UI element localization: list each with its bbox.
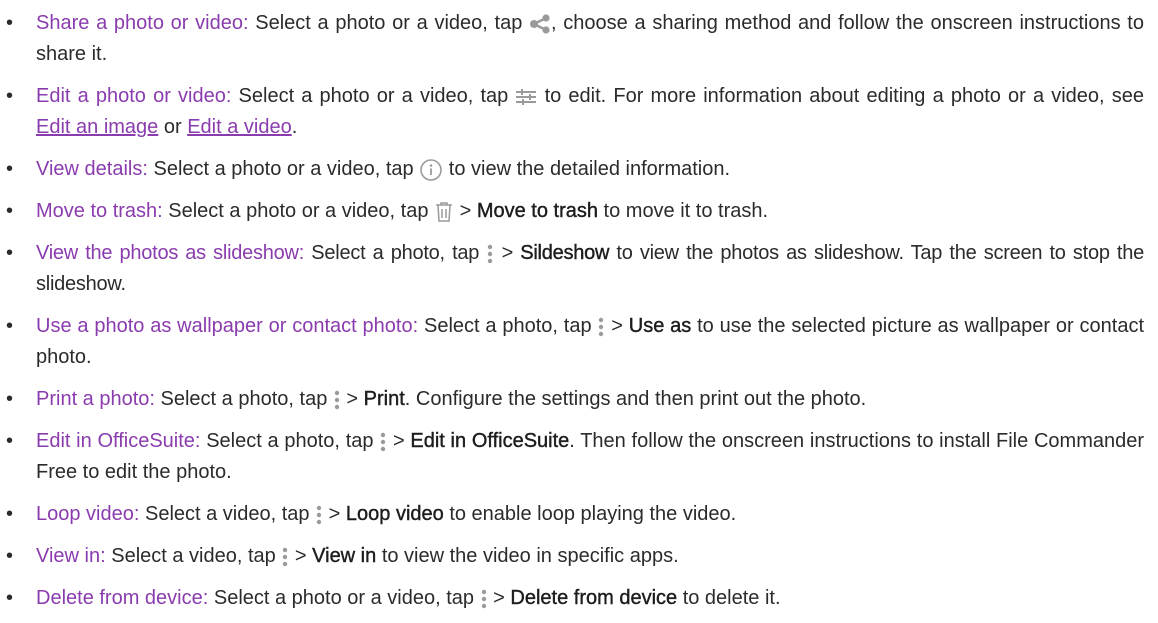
bullet: • xyxy=(6,315,14,337)
item-text: to delete it. xyxy=(677,587,781,609)
item-action: Move to trash xyxy=(476,200,599,222)
item-text: Select a video, tap xyxy=(105,545,282,567)
item-text: or xyxy=(158,116,188,138)
item-text: . xyxy=(291,116,298,138)
info-icon xyxy=(419,158,443,182)
item-text: to view the detailed information. xyxy=(443,158,731,180)
item-text: Select a photo, tap xyxy=(304,242,487,264)
item-text: Select a photo or a video, tap xyxy=(147,158,420,180)
item-term: View details: xyxy=(36,158,148,180)
item-action: Delete from device xyxy=(510,587,678,609)
more-icon xyxy=(333,389,341,411)
list-item-loop-video: • Loop video: Select a video, tap > Loop… xyxy=(0,499,1158,530)
bullet: • xyxy=(6,587,14,609)
item-text: > xyxy=(454,200,477,222)
item-action: View in xyxy=(312,545,377,567)
item-term: View the photos as slideshow: xyxy=(36,242,305,264)
item-term: Loop video: xyxy=(36,503,140,525)
list-item-use-as: • Use a photo as wallpaper or contact ph… xyxy=(0,311,1158,373)
item-term: Move to trash: xyxy=(36,200,163,222)
more-icon xyxy=(480,588,488,610)
list-item-view-in: • View in: Select a video, tap > View in… xyxy=(0,541,1158,572)
list-item-delete: • Delete from device: Select a photo or … xyxy=(0,583,1158,614)
item-text: > xyxy=(387,430,411,452)
item-term: View in: xyxy=(36,545,106,567)
item-action: Print xyxy=(363,388,405,410)
item-term: Delete from device: xyxy=(36,587,209,609)
item-term: Edit a photo or video: xyxy=(36,85,232,107)
item-action: Loop video xyxy=(345,503,444,525)
list-item-print: • Print a photo: Select a photo, tap > P… xyxy=(0,384,1158,415)
item-text: to move it to trash. xyxy=(597,200,769,222)
bullet: • xyxy=(6,158,14,180)
item-text: Select a photo or a video, tap xyxy=(162,200,435,222)
item-text: > xyxy=(487,587,511,609)
edit-image-link[interactable]: Edit an image xyxy=(36,116,158,138)
list-item-trash: • Move to trash: Select a photo or a vid… xyxy=(0,196,1158,227)
item-text: Select a photo, tap xyxy=(418,315,598,337)
item-text: to edit. For more information about edit… xyxy=(537,85,1145,107)
item-text: > xyxy=(605,315,629,337)
bullet: • xyxy=(6,503,14,525)
item-text: > xyxy=(494,242,521,264)
bullet: • xyxy=(6,200,14,222)
item-text: > xyxy=(340,388,364,410)
item-text: Select a photo, tap xyxy=(154,388,333,410)
bullet: • xyxy=(6,430,14,452)
trash-icon xyxy=(434,201,454,223)
item-text: to view the video in specific apps. xyxy=(376,545,679,567)
item-text: Select a photo, tap xyxy=(200,430,380,452)
item-term: Edit in OfficeSuite: xyxy=(36,430,201,452)
item-text: > xyxy=(289,545,313,567)
item-action: Sildeshow xyxy=(520,242,610,264)
more-icon xyxy=(315,504,323,526)
list-item-share: • Share a photo or video: Select a photo… xyxy=(0,8,1158,70)
item-text: Select a video, tap xyxy=(139,503,316,525)
item-term: Use a photo as wallpaper or contact phot… xyxy=(36,315,419,337)
share-icon xyxy=(529,14,551,34)
item-text: to enable loop playing the video. xyxy=(443,503,737,525)
item-term: Share a photo or video: xyxy=(36,12,249,34)
item-text: Select a photo or a video, tap xyxy=(208,587,480,609)
sliders-icon xyxy=(515,88,537,106)
list-item-details: • View details: Select a photo or a vide… xyxy=(0,154,1158,185)
bullet: • xyxy=(6,545,14,567)
item-text: > xyxy=(323,503,346,525)
list-item-edit: • Edit a photo or video: Select a photo … xyxy=(0,81,1158,143)
item-term: Print a photo: xyxy=(36,388,155,410)
edit-video-link[interactable]: Edit a video xyxy=(187,116,292,138)
bullet: • xyxy=(6,85,14,107)
item-text: . Configure the settings and then print … xyxy=(404,388,867,410)
feature-list: • Share a photo or video: Select a photo… xyxy=(0,0,1158,614)
bullet: • xyxy=(6,388,14,410)
list-item-officesuite: • Edit in OfficeSuite: Select a photo, t… xyxy=(0,426,1158,488)
item-action: Use as xyxy=(628,315,692,337)
item-action: Edit in OfficeSuite xyxy=(410,430,570,452)
item-text: Select a photo or a video, tap xyxy=(248,12,530,34)
item-text: Select a photo or a video, tap xyxy=(231,85,516,107)
list-item-slideshow: • View the photos as slideshow: Select a… xyxy=(0,238,1158,300)
bullet: • xyxy=(6,242,13,264)
bullet: • xyxy=(6,12,14,34)
